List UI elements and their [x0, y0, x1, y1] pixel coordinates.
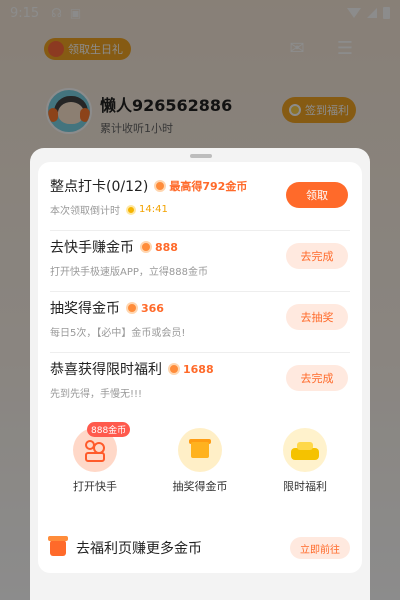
task-title: 抽奖得金币: [50, 301, 120, 317]
claim-button[interactable]: 领取: [286, 182, 348, 208]
clock-icon: [126, 204, 136, 215]
shortcut-lottery[interactable]: 抽奖得金币: [155, 428, 245, 494]
welfare-page-banner[interactable]: 去福利页赚更多金币 立即前往: [38, 523, 362, 573]
task-reward: 888: [140, 241, 178, 254]
shortcut-label: 限时福利: [283, 480, 327, 493]
task-hourly-checkin: 整点打卡(0/12) 最高得792金币 本次领取倒计时 14:41 领取: [50, 170, 350, 231]
shortcut-label: 抽奖得金币: [172, 480, 228, 493]
task-desc: 每日5次，【必中】金币或会员!: [50, 328, 186, 339]
countdown-timer: 14:41: [126, 204, 168, 215]
banner-text: 去福利页赚更多金币: [76, 541, 202, 557]
lottery-button[interactable]: 去抽奖: [286, 304, 348, 330]
complete-button[interactable]: 去完成: [286, 365, 348, 391]
task-reward: 最高得792金币: [154, 178, 247, 194]
task-title: 整点打卡(0/12): [50, 179, 149, 195]
task-desc: 打开快手极速版APP，立得888金币: [50, 267, 208, 278]
task-reward: 366: [126, 302, 164, 315]
rewards-bottom-sheet: 整点打卡(0/12) 最高得792金币 本次领取倒计时 14:41 领取 去快手…: [30, 148, 370, 600]
coin-badge: 888金币: [87, 422, 131, 437]
gift-box-icon: [178, 428, 222, 472]
task-desc: 本次领取倒计时: [50, 206, 120, 217]
coin-icon: [154, 180, 167, 192]
complete-button[interactable]: 去完成: [286, 243, 348, 269]
coin-icon: [126, 302, 138, 314]
task-title: 恭喜获得限时福利: [50, 362, 162, 378]
task-desc: 先到先得，手慢无!!!: [50, 389, 143, 400]
go-now-button[interactable]: 立即前往: [290, 537, 350, 559]
task-title: 去快手赚金币: [50, 240, 134, 256]
shortcut-row: 888金币 打开快手 抽奖得金币 限时福利: [38, 418, 362, 514]
coin-icon: [140, 241, 152, 253]
kuaishou-icon: 888金币: [73, 422, 131, 472]
task-limited-welfare: 恭喜获得限时福利 1688 先到先得，手慢无!!! 去完成: [50, 353, 350, 414]
shortcut-label: 打开快手: [73, 480, 117, 493]
coin-icon: [168, 363, 180, 375]
sheet-handle[interactable]: [190, 154, 212, 158]
task-reward: 1688: [168, 363, 214, 376]
task-lottery: 抽奖得金币 366 每日5次，【必中】金币或会员! 去抽奖: [50, 292, 350, 353]
shortcut-limited-welfare[interactable]: 限时福利: [260, 428, 350, 494]
gift-icon: [48, 536, 68, 556]
task-kuaishou: 去快手赚金币 888 打开快手极速版APP，立得888金币 去完成: [50, 231, 350, 292]
gold-bars-icon: [283, 428, 327, 472]
shortcut-open-kuaishou[interactable]: 888金币 打开快手: [50, 422, 140, 494]
